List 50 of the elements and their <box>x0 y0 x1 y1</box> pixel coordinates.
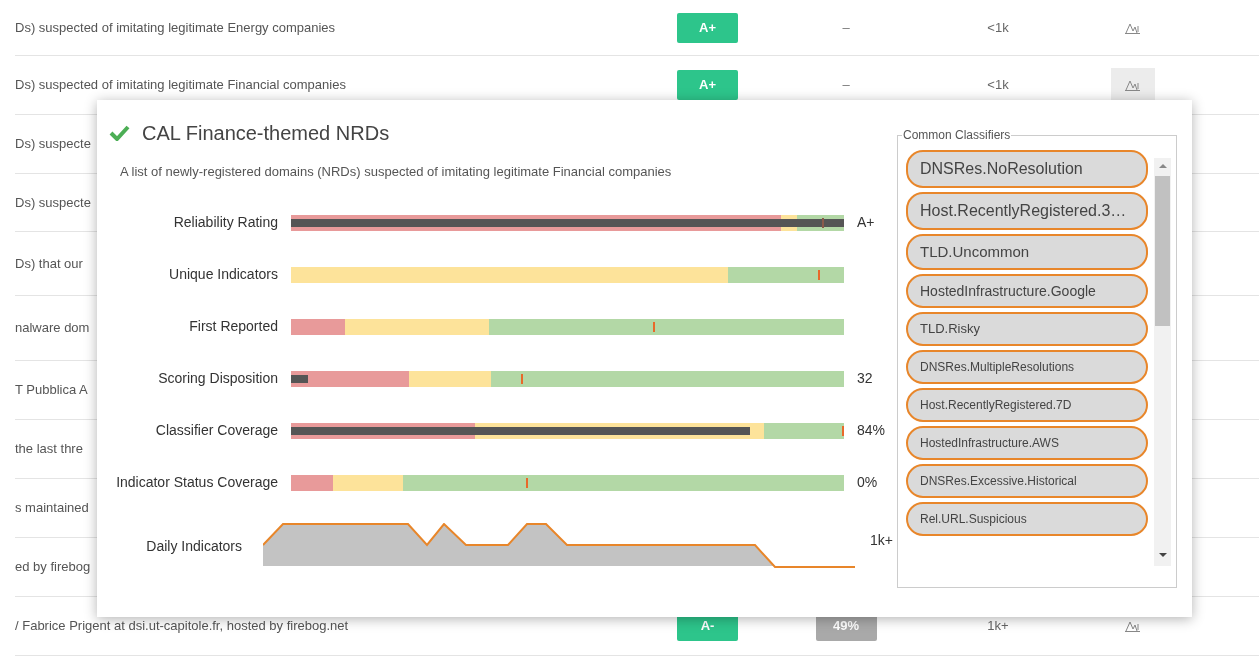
count-text: <1k <box>987 76 1009 95</box>
metric-label: First Reported <box>189 318 278 334</box>
row-description: the last thre <box>15 441 83 457</box>
chart-button[interactable] <box>1111 68 1155 102</box>
metric-value: 84% <box>857 422 886 438</box>
row-description: Ds) that our <box>15 255 83 271</box>
popup-description: A list of newly-registered domains (NRDs) suspected of imitating legitimate Financial companies <box>120 164 672 179</box>
scrollbar-thumb[interactable] <box>1155 176 1170 326</box>
score-text: – <box>842 18 850 37</box>
scroll-up-icon[interactable] <box>1157 161 1168 171</box>
metric-value: A+ <box>857 214 875 230</box>
classifier-pill: DNSRes.MultipleResolutions <box>906 350 1148 384</box>
grade-badge: A+ <box>677 70 738 100</box>
row-description: T Pubblica A <box>15 382 88 398</box>
metric-value: 32 <box>857 370 873 386</box>
check-icon <box>109 125 130 141</box>
classifier-pill: HostedInfrastructure.Google <box>906 274 1148 308</box>
popup-title: CAL Finance-themed NRDs <box>142 121 390 146</box>
metric-label: Reliability Rating <box>173 214 278 230</box>
grade-badge: A+ <box>677 12 738 43</box>
classifier-pill: TLD.Risky <box>906 312 1148 346</box>
metric-label: Classifier Coverage <box>155 422 278 438</box>
score-text: – <box>842 76 850 95</box>
classifier-pill: Rel.URL.Suspicious <box>906 502 1148 536</box>
row-description: / Fabrice Prigent at dsi.ut-capitole.fr, hosted by firebog.net <box>15 618 349 634</box>
row-description: s maintained <box>15 500 89 516</box>
metric-label: Indicator Status Coverage <box>116 474 278 490</box>
metric-label: Unique Indicators <box>169 266 278 282</box>
chart-icon <box>1125 78 1141 92</box>
chart-icon <box>1125 619 1141 633</box>
row-description: ed by firebog <box>15 559 91 575</box>
scrollbar[interactable] <box>1154 158 1171 566</box>
metric-label: Scoring Disposition <box>158 370 278 386</box>
row-description: Ds) suspected of imitating legitimate Financial companies <box>15 77 346 93</box>
classifier-pill: HostedInfrastructure.AWS <box>906 426 1148 460</box>
classifier-pill: DNSRes.Excessive.Historical <box>906 464 1148 498</box>
count-text: <1k <box>987 18 1009 37</box>
classifier-pill: TLD.Uncommon <box>906 234 1148 270</box>
metric-value: 1k+ <box>870 531 893 548</box>
classifier-pill: DNSRes.NoResolution <box>906 150 1148 188</box>
row-description: Ds) suspecte <box>15 136 91 152</box>
scroll-down-icon[interactable] <box>1157 550 1168 560</box>
metric-label: Daily Indicators <box>146 537 242 554</box>
classifier-pill: Host.RecentlyRegistered.7D <box>906 388 1148 422</box>
metric-value: 0% <box>857 474 878 490</box>
row-description: Ds) suspected of imitating legitimate Energy companies <box>15 19 336 35</box>
classifier-pill: Host.RecentlyRegistered.3… <box>906 192 1148 230</box>
count-text: 1k+ <box>987 617 1009 636</box>
row-description: nalware dom <box>15 320 90 336</box>
row-description: Ds) suspecte <box>15 194 91 210</box>
